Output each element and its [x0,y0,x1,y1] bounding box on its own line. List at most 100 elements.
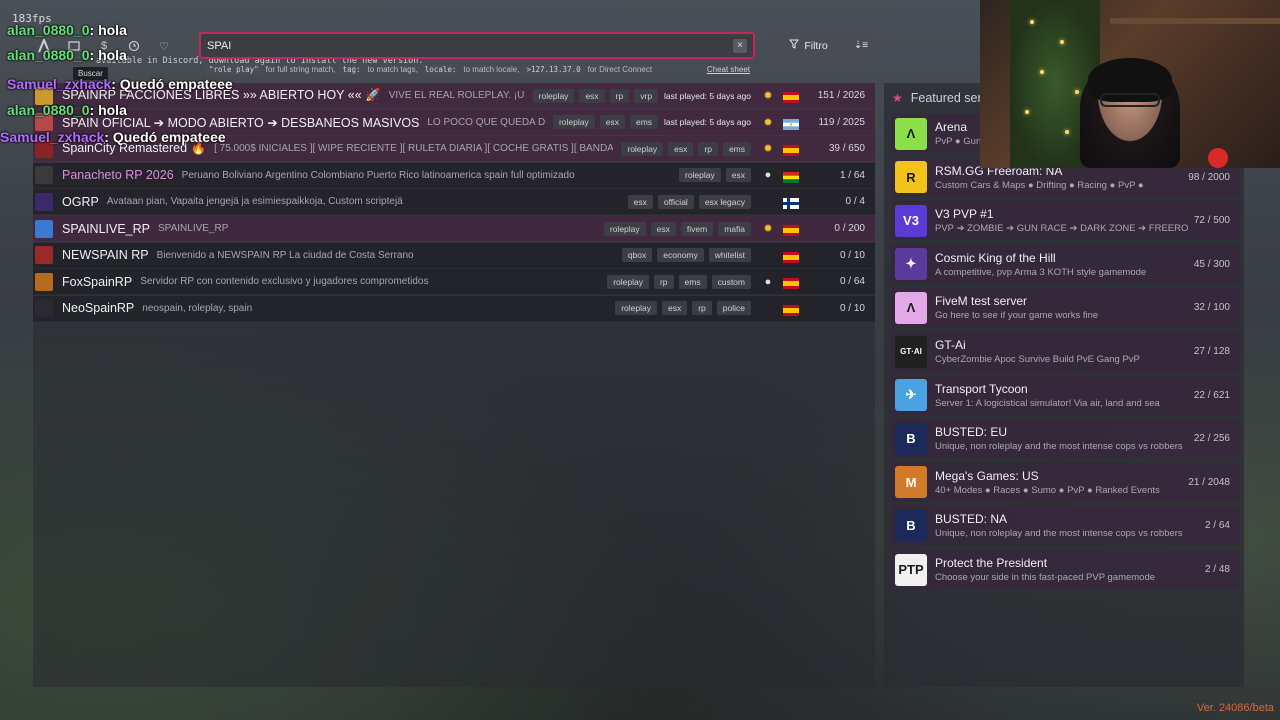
server-tag[interactable]: esx [725,168,751,183]
server-logo-icon [35,246,53,265]
chat-text: : Quedó empateee [104,129,226,145]
server-tag[interactable]: ems [722,141,751,156]
red-lamp [1208,148,1228,168]
server-list: SPAINRP FACCIONES LIBRES »» ABIERTO HOY … [33,83,875,687]
featured-server-card[interactable]: PTP Protect the President Choose your side… [891,550,1240,589]
featured-server-text: Mega's Games: US 40+ Modes ● Races ● Sumo… [935,469,1182,496]
featured-server-text: GT-Ai CyberZombie Apoc Survive Build PvE … [935,338,1188,365]
featured-server-description: Server 1: A logicistical simulator! Via … [935,397,1160,409]
featured-server-card[interactable]: V3 V3 PVP #1 PVP ➔ ZOMBIE ➔ GUN RACE ➔ DAR… [891,201,1240,241]
server-tags: roleplay esx ems [552,115,659,130]
server-tag[interactable]: esx [650,221,676,236]
featured-server-card[interactable]: ✈ Transport Tycoon Server 1: A logicistica… [891,375,1240,415]
server-tag[interactable]: esx [579,88,605,103]
clear-search-icon[interactable]: × [733,38,747,53]
server-tag[interactable]: qbox [621,248,653,263]
featured-server-description: A competitive, pvp Arma 3 KOTH style gam… [935,266,1147,278]
featured-server-name: GT-Ai [935,338,966,352]
server-tag[interactable]: whitelist [708,248,751,263]
server-logo-icon [35,219,53,238]
server-row[interactable]: SPAINLIVE_RP SPAINLIVE_RP roleplay esx fivem… [33,216,875,242]
featured-server-card[interactable]: M Mega's Games: US 40+ Modes ● Races ● Sum… [891,462,1240,502]
server-tag[interactable]: fivem [680,221,714,236]
featured-server-logo-icon: Λ [895,117,927,150]
server-tag[interactable]: economy [657,248,704,263]
featured-server-text: V3 PVP #1 PVP ➔ ZOMBIE ➔ GUN RACE ➔ DARK … [935,207,1188,234]
featured-server-card[interactable]: B BUSTED: EU Unique, non roleplay and the … [891,419,1240,459]
server-tag[interactable]: vrp [634,88,659,103]
search-input[interactable] [207,39,733,52]
server-tag[interactable]: esx legacy [698,194,751,209]
server-tag[interactable]: ems [678,274,707,289]
featured-server-logo-icon: Λ [895,291,927,324]
server-tag[interactable]: esx [668,141,694,156]
server-tag[interactable]: police [716,301,751,316]
server-logo-icon [35,299,53,318]
server-tag[interactable]: rp [653,274,674,289]
server-tag[interactable]: rp [609,88,630,103]
server-tag[interactable]: ems [629,115,659,130]
server-tag[interactable]: esx [661,301,688,316]
record-icon: ● [764,169,772,182]
chat-username: alan_0880_0 [7,102,90,118]
clock-icon[interactable] [126,38,142,54]
server-tag[interactable]: roleplay [615,301,657,316]
chat-message: alan_0880_0: hola [7,47,127,63]
sort-button[interactable]: ⇣≡ [847,32,875,59]
cheat-sheet-link[interactable]: Cheat sheet [707,65,750,74]
sun-icon: ✹ [763,116,773,129]
player-count: 0 / 10 [839,249,865,261]
player-count: 0 / 10 [839,302,865,314]
server-tag[interactable]: roleplay [603,221,646,236]
featured-server-logo-icon: R [895,161,927,194]
featured-server-card[interactable]: Λ FiveM test server Go here to see if your… [891,288,1240,328]
server-row[interactable]: NeoSpainRP neospain, roleplay, spain rolep… [33,295,875,322]
server-tag[interactable]: roleplay [607,274,649,289]
server-row[interactable]: OGRP Avataan pian, Vapaita jengejä ja esi… [33,189,875,216]
server-description: Avataan pian, Vapaita jengejä ja esimies… [106,196,403,208]
server-tag[interactable]: rp [698,141,718,156]
featured-server-description: CyberZombie Apoc Survive Build PvE Gang … [935,354,1140,365]
server-tag[interactable]: mafia [718,221,751,236]
server-tag[interactable]: custom [711,274,751,289]
featured-server-card[interactable]: ✦ Cosmic King of the Hill A competitive, p… [891,244,1240,284]
chat-username: Samuel_zxhack [0,129,105,145]
server-row[interactable]: FoxSpainRP Servidor RP con contenido excl… [33,269,875,296]
search-box[interactable]: × [199,32,755,59]
server-tag[interactable]: rp [692,301,712,316]
server-name: FoxSpainRP [62,274,133,289]
featured-server-logo-icon: ✦ [895,248,927,281]
server-tag[interactable]: roleplay [678,168,721,183]
sun-icon: ✹ [763,223,773,235]
server-row[interactable]: NEWSPAIN RP Bienvenido a NEWSPAIN RP La c… [33,242,875,269]
featured-server-logo-icon: GT·AI [895,335,927,368]
server-tags: roleplay esx [678,168,751,183]
server-tags: roleplay esx fivem mafia [603,221,751,236]
hint-text: for Direct Connect [587,65,653,74]
filter-label: Filtro [804,39,828,52]
featured-server-logo-icon: B [895,509,927,542]
server-tag[interactable]: roleplay [552,115,595,130]
server-tag[interactable]: roleplay [532,88,575,103]
filter-button[interactable]: Filtro [771,32,846,59]
featured-server-card[interactable]: GT·AI GT-Ai CyberZombie Apoc Survive Build… [891,332,1240,371]
featured-server-description: PVP ➔ ZOMBIE ➔ GUN RACE ➔ DARK ZONE ➔ FR… [935,223,1188,235]
featured-player-count: 2 / 48 [1204,564,1230,575]
server-description: [ 75.000$ INICIALES ][ WIPE RECIENTE ][ … [214,143,614,155]
chat-text: : hola [89,47,127,63]
server-tag[interactable]: esx [599,115,625,130]
server-tag[interactable]: official [657,194,694,209]
hint-text: to match tags, [367,65,418,74]
chat-username: alan_0880_0 [7,22,90,38]
featured-server-description: Choose your side in this fast-paced PVP … [935,572,1156,583]
server-row[interactable]: Panacheto RP 2026 Peruano Boliviano Argen… [33,162,875,189]
featured-server-name: FiveM test server [935,294,1028,309]
featured-server-card[interactable]: B BUSTED: NA Unique, non roleplay and the … [891,506,1240,546]
server-tag[interactable]: roleplay [621,141,664,156]
server-tag[interactable]: esx [627,194,653,209]
flag-ar-icon [783,117,799,130]
featured-server-description: 40+ Modes ● Races ● Sumo ● PvP ● Ranked … [935,484,1160,496]
featured-server-text: Cosmic King of the Hill A competitive, pv… [935,251,1188,278]
heart-icon[interactable]: ♡ [156,38,172,54]
featured-player-count: 21 / 2048 [1188,476,1230,488]
